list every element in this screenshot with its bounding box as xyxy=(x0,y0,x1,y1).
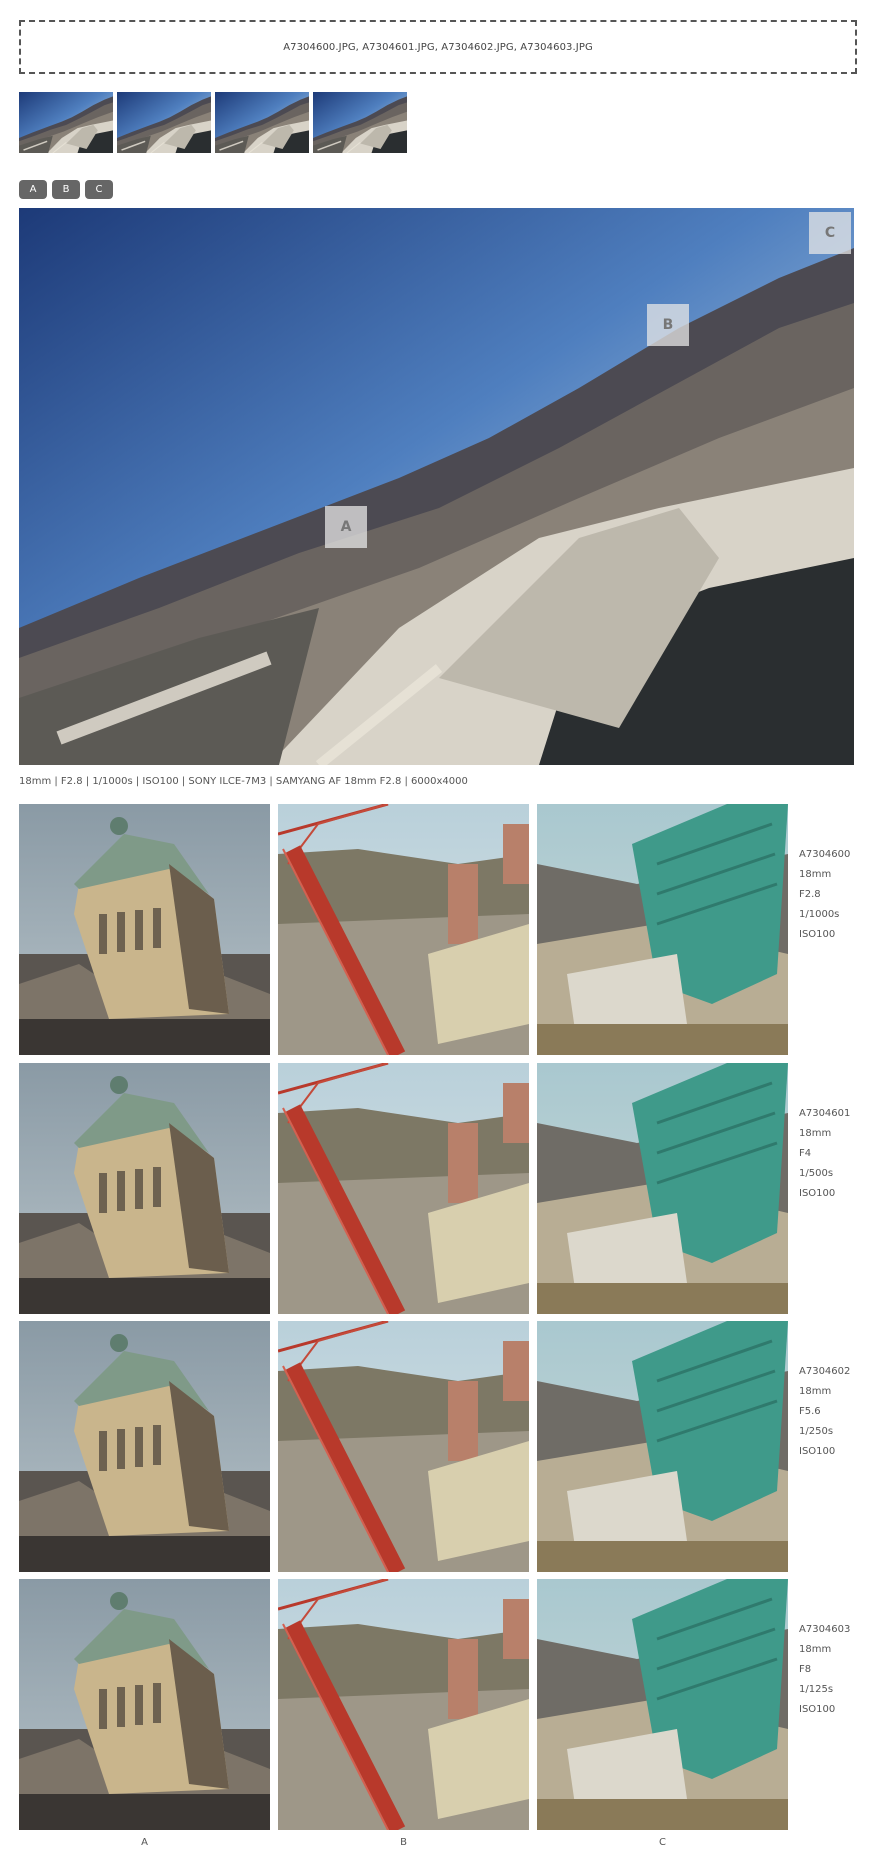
focal-length: 18mm xyxy=(799,1128,832,1139)
file-name: A7304602 xyxy=(799,1366,851,1377)
crop-row-4 xyxy=(19,1579,788,1830)
crop-marker-a[interactable]: A xyxy=(325,506,367,548)
iso: ISO100 xyxy=(799,1704,836,1715)
crop-image-a[interactable] xyxy=(19,1579,270,1830)
column-label-c: C xyxy=(659,1837,666,1848)
dropzone-filenames: A7304600.JPG, A7304601.JPG, A7304602.JPG… xyxy=(283,41,593,53)
crop-image-a[interactable] xyxy=(19,804,270,1055)
crop-button-c[interactable]: C xyxy=(85,180,113,199)
crop-image-b[interactable] xyxy=(278,1579,529,1830)
thumbnail-image[interactable] xyxy=(313,92,407,153)
crop-image-a[interactable] xyxy=(19,1063,270,1314)
shutter-speed: 1/250s xyxy=(799,1426,834,1437)
aperture: F5.6 xyxy=(799,1406,821,1417)
focal-length: 18mm xyxy=(799,869,832,880)
aperture: F2.8 xyxy=(799,889,821,900)
thumbnail-image[interactable] xyxy=(215,92,309,153)
crop-marker-b[interactable]: B xyxy=(647,304,689,346)
thumbnail-strip xyxy=(19,92,407,153)
crop-button-b[interactable]: B xyxy=(52,180,80,199)
crop-image-c[interactable] xyxy=(537,1063,788,1314)
focal-length: 18mm xyxy=(799,1644,832,1655)
iso: ISO100 xyxy=(799,1188,836,1199)
thumbnail-image[interactable] xyxy=(19,92,113,153)
iso: ISO100 xyxy=(799,929,836,940)
focal-length: 18mm xyxy=(799,1386,832,1397)
row-metadata-2: A7304601 18mm F4 1/500s ISO100 xyxy=(799,1104,850,1204)
shutter-speed: 1/500s xyxy=(799,1168,834,1179)
column-label-b: B xyxy=(400,1837,407,1848)
crop-image-c[interactable] xyxy=(537,804,788,1055)
thumbnail-image[interactable] xyxy=(117,92,211,153)
exif-summary: 18mm | F2.8 | 1/1000s | ISO100 | SONY IL… xyxy=(19,776,468,787)
column-label-a: A xyxy=(141,1837,148,1848)
crop-image-c[interactable] xyxy=(537,1321,788,1572)
crop-row-2 xyxy=(19,1063,788,1314)
crop-marker-c[interactable]: C xyxy=(809,212,851,254)
crop-image-b[interactable] xyxy=(278,1321,529,1572)
shutter-speed: 1/125s xyxy=(799,1684,834,1695)
crop-image-c[interactable] xyxy=(537,1579,788,1830)
file-drop-zone[interactable]: A7304600.JPG, A7304601.JPG, A7304602.JPG… xyxy=(19,20,857,74)
shutter-speed: 1/1000s xyxy=(799,909,840,920)
crop-button-a[interactable]: A xyxy=(19,180,47,199)
row-metadata-4: A7304603 18mm F8 1/125s ISO100 xyxy=(799,1620,850,1720)
file-name: A7304601 xyxy=(799,1108,851,1119)
crop-row-3 xyxy=(19,1321,788,1572)
crop-point-buttons: A B C xyxy=(19,180,113,199)
crop-image-a[interactable] xyxy=(19,1321,270,1572)
crop-row-1 xyxy=(19,804,788,1055)
file-name: A7304600 xyxy=(799,849,851,860)
aperture: F4 xyxy=(799,1148,812,1159)
file-name: A7304603 xyxy=(799,1624,851,1635)
crop-image-b[interactable] xyxy=(278,1063,529,1314)
row-metadata-1: A7304600 18mm F2.8 1/1000s ISO100 xyxy=(799,845,850,945)
crop-image-b[interactable] xyxy=(278,804,529,1055)
aperture: F8 xyxy=(799,1664,812,1675)
main-preview-image[interactable]: A B C xyxy=(19,208,854,765)
iso: ISO100 xyxy=(799,1446,836,1457)
row-metadata-3: A7304602 18mm F5.6 1/250s ISO100 xyxy=(799,1362,850,1462)
